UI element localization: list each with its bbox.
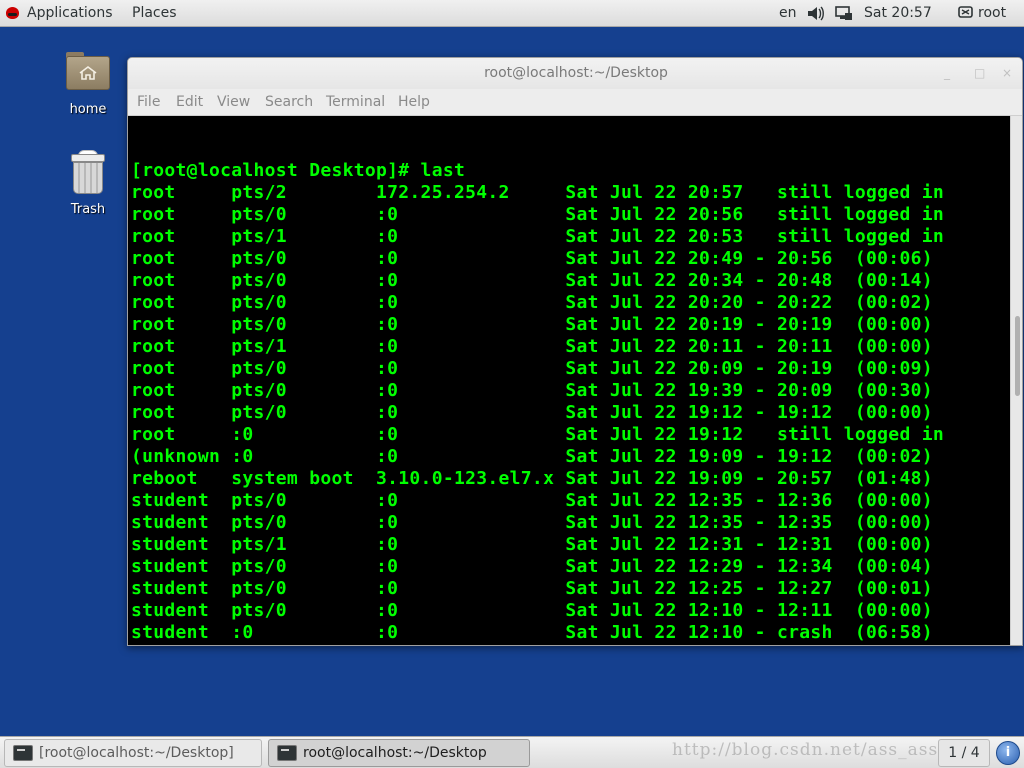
menu-file[interactable]: File <box>137 89 160 116</box>
window-titlebar[interactable]: root@localhost:~/Desktop _ □ × <box>128 58 1022 89</box>
volume-icon[interactable] <box>806 0 824 27</box>
watermark-text: http://blog.csdn.net/ass_ass_hui <box>672 740 979 760</box>
terminal-scrollbar[interactable] <box>1010 116 1022 645</box>
places-menu[interactable]: Places <box>132 0 177 27</box>
taskbar-item-label: root@localhost:~/Desktop <box>303 745 487 761</box>
notification-icon[interactable]: i <box>996 741 1020 765</box>
top-panel: Applications Places en Sat 20:57 root <box>0 0 1024 27</box>
menu-view[interactable]: View <box>217 89 250 116</box>
menu-search[interactable]: Search <box>265 89 313 116</box>
taskbar-item-terminal-1[interactable]: [root@localhost:~/Desktop] <box>4 739 262 767</box>
terminal-window[interactable]: root@localhost:~/Desktop _ □ × File Edit… <box>127 57 1023 646</box>
home-folder-icon <box>66 52 110 90</box>
terminal-output[interactable]: [root@localhost Desktop]# last root pts/… <box>128 116 1010 645</box>
menu-bar: File Edit View Search Terminal Help <box>128 89 1022 116</box>
terminal-icon <box>277 745 297 761</box>
taskbar-item-label: [root@localhost:~/Desktop] <box>39 745 234 761</box>
minimize-button[interactable]: _ <box>944 58 950 88</box>
user-menu[interactable]: root <box>978 0 1006 27</box>
window-title: root@localhost:~/Desktop <box>484 65 668 81</box>
desktop-icon-label: home <box>69 102 107 117</box>
bottom-panel: [root@localhost:~/Desktop] root@localhos… <box>0 736 1024 768</box>
applications-menu[interactable]: Applications <box>27 0 113 27</box>
terminal-icon <box>13 745 33 761</box>
desktop-icon-label: Trash <box>70 202 106 217</box>
user-icon[interactable] <box>958 0 974 27</box>
language-indicator[interactable]: en <box>779 0 797 27</box>
menu-edit[interactable]: Edit <box>176 89 203 116</box>
network-icon[interactable] <box>835 0 853 27</box>
redhat-logo-icon <box>6 7 19 19</box>
clock[interactable]: Sat 20:57 <box>864 0 932 27</box>
desktop-icon-home[interactable]: home <box>50 52 126 117</box>
menu-help[interactable]: Help <box>398 89 430 116</box>
desktop-icon-trash[interactable]: Trash <box>50 150 126 217</box>
taskbar-item-terminal-2[interactable]: root@localhost:~/Desktop <box>268 739 530 767</box>
terminal-text: [root@localhost Desktop]# last root pts/… <box>131 160 944 643</box>
trash-icon <box>70 150 106 194</box>
scrollbar-thumb[interactable] <box>1015 316 1020 396</box>
maximize-button[interactable]: □ <box>974 58 985 88</box>
close-button[interactable]: × <box>1002 58 1012 88</box>
workspace-switcher[interactable]: 1 / 4 <box>938 739 990 767</box>
menu-terminal[interactable]: Terminal <box>326 89 385 116</box>
